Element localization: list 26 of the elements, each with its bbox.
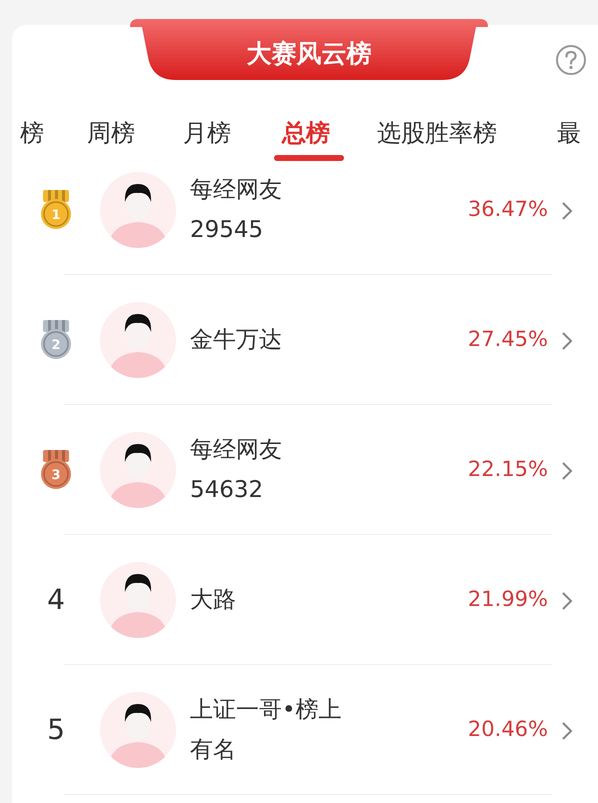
return-rate: 21.99%	[468, 586, 548, 614]
user-name: 金牛万达	[190, 326, 283, 355]
tab[interactable]: 月榜	[183, 104, 231, 162]
return-rate: 20.46%	[468, 716, 548, 744]
tab[interactable]: 总榜	[282, 104, 330, 162]
chevron-right-icon[interactable]	[560, 590, 574, 612]
tab[interactable]: 选股胜率榜	[377, 104, 497, 162]
ribbon-title: 大赛风云榜	[246, 39, 372, 69]
rank-number: 5	[47, 712, 65, 748]
return-rate: 36.47%	[468, 196, 548, 224]
chevron-right-icon[interactable]	[560, 200, 574, 222]
tab-underline	[274, 155, 344, 161]
rank-number: 4	[47, 582, 65, 618]
tab[interactable]: 周榜	[87, 104, 135, 162]
return-rate: 22.15%	[468, 456, 548, 484]
user-name: 每经网友 29545	[190, 176, 283, 245]
chevron-right-icon[interactable]	[560, 720, 574, 742]
user-name: 每经网友 54632	[190, 436, 283, 505]
chevron-right-icon[interactable]	[560, 330, 574, 352]
return-rate: 27.45%	[468, 326, 548, 354]
chevron-right-icon[interactable]	[560, 460, 574, 482]
help-icon[interactable]	[555, 44, 587, 76]
tab[interactable]: 榜	[20, 104, 44, 162]
user-name: 大路	[190, 586, 237, 615]
user-name: 上证一哥•榜上 有名	[190, 696, 343, 765]
tab[interactable]: 最	[557, 104, 581, 162]
